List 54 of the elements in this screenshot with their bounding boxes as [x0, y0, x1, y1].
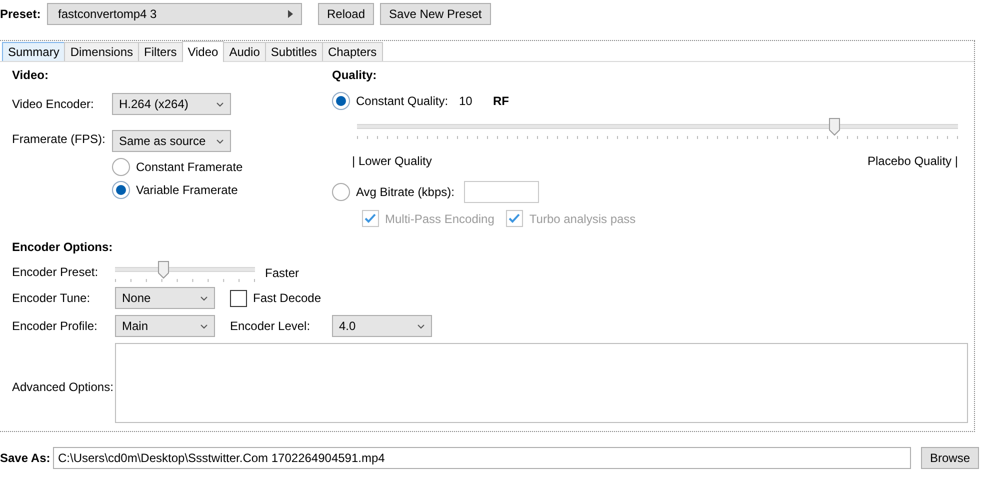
tab[interactable]: Summary: [2, 42, 66, 61]
section-heading: Encoder Options:: [12, 239, 114, 255]
field-label: Framerate (FPS):: [12, 132, 106, 146]
dropdown[interactable]: Same as source: [112, 130, 231, 152]
dropdown[interactable]: Main: [115, 315, 215, 337]
unit-label: RF: [493, 94, 509, 108]
radio-button[interactable]: [112, 181, 130, 199]
radio-label[interactable]: Avg Bitrate (kbps):: [356, 185, 458, 199]
caret-icon: [417, 324, 425, 328]
slider-thumb[interactable]: [829, 118, 840, 136]
dropdown[interactable]: 4.0: [332, 315, 432, 337]
caret-icon: [216, 102, 224, 106]
radio-button[interactable]: [332, 183, 350, 201]
tab[interactable]: Subtitles: [264, 42, 323, 61]
field-label: Encoder Preset:: [12, 265, 100, 279]
tab[interactable]: Filters: [138, 42, 183, 61]
path-field[interactable]: C:\Users\cd0m\Desktop\Ssstwitter.Com 1702264904591.mp4: [53, 447, 911, 469]
radio-button[interactable]: [112, 158, 130, 176]
field-label: Video Encoder:: [12, 97, 95, 111]
dropdown[interactable]: None: [115, 287, 215, 309]
bitrate-field[interactable]: [464, 181, 539, 203]
field-label: Encoder Level:: [230, 319, 312, 333]
radio-label[interactable]: Variable Framerate: [136, 183, 238, 197]
advanced-options-field[interactable]: [115, 343, 968, 423]
browse-button[interactable]: Browse: [921, 447, 980, 469]
section-heading: Video:: [12, 67, 50, 83]
dropdown[interactable]: H.264 (x264): [112, 93, 231, 115]
toolbar-button[interactable]: Reload: [318, 3, 374, 25]
preset-dropdown[interactable]: fastconvertomp4 3: [47, 3, 302, 25]
tab[interactable]: Video: [182, 41, 224, 62]
field-label: Advanced Options:: [12, 380, 114, 394]
tab[interactable]: Audio: [223, 42, 266, 61]
triangle-icon: [288, 10, 293, 18]
radio-label[interactable]: Constant Quality:: [356, 94, 453, 108]
caret-icon: [200, 324, 208, 328]
radio-label[interactable]: Constant Framerate: [136, 160, 243, 174]
slider-thumb[interactable]: [158, 261, 169, 279]
field-label: Encoder Profile:: [12, 319, 98, 333]
radio-button[interactable]: [332, 92, 350, 110]
quality-value: 10: [459, 94, 474, 108]
checkbox[interactable]: [230, 290, 247, 306]
preset-value: Faster: [265, 266, 300, 280]
caret-icon: [200, 296, 208, 300]
checkbox-label[interactable]: Fast Decode: [253, 291, 322, 305]
scale-label: | Lower Quality: [352, 154, 432, 168]
tab[interactable]: Dimensions: [64, 42, 140, 61]
caret-icon: [216, 138, 224, 144]
preset-label: Preset:: [0, 7, 42, 21]
toolbar-button[interactable]: Save New Preset: [380, 3, 491, 25]
tab[interactable]: Chapters: [322, 42, 383, 61]
scale-label: Placebo Quality |: [868, 154, 958, 168]
save-as-label: Save As:: [0, 451, 52, 465]
field-label: Encoder Tune:: [12, 291, 92, 305]
section-heading: Quality:: [332, 67, 378, 83]
